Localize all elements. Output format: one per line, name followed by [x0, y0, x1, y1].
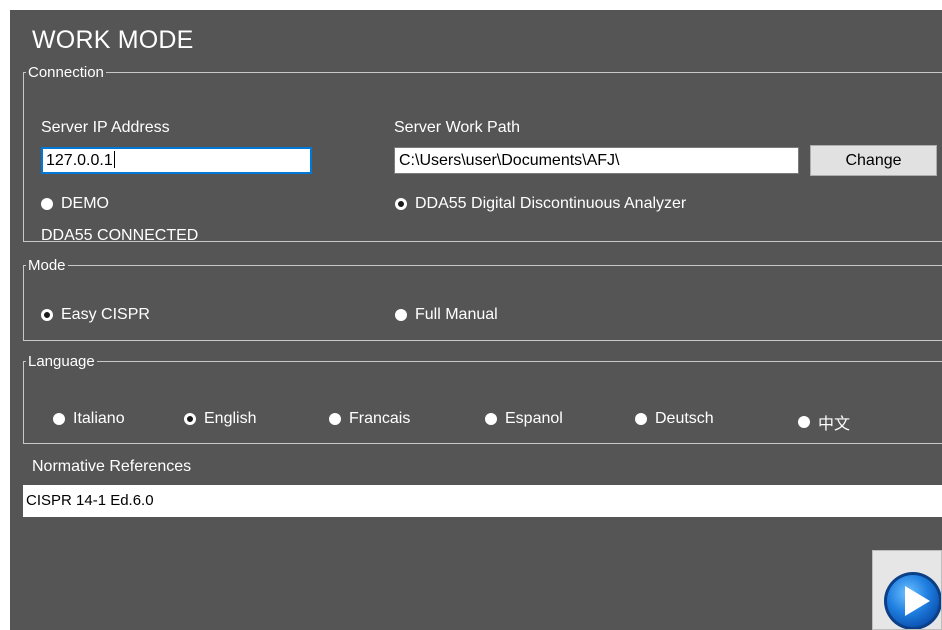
work-mode-panel: WORK MODE Connection Server IP Address 1…	[10, 10, 942, 630]
language-option-label: 中文	[818, 416, 851, 433]
language-option-deutsch[interactable]: Deutsch	[635, 410, 714, 428]
play-icon	[884, 572, 941, 629]
demo-radio[interactable]: DEMO	[41, 195, 109, 213]
work-path-label: Server Work Path	[394, 119, 520, 136]
connection-status: DDA55 CONNECTED	[41, 227, 199, 244]
language-option-francais[interactable]: Francais	[329, 410, 410, 428]
page-title: WORK MODE	[32, 26, 194, 54]
dda55-radio[interactable]: DDA55 Digital Discontinuous Analyzer	[395, 195, 686, 213]
radio-dot-icon	[635, 413, 647, 425]
start-button[interactable]	[872, 550, 942, 630]
mode-option-label: Easy CISPR	[61, 306, 150, 323]
mode-legend: Mode	[28, 257, 66, 274]
connection-group: Connection Server IP Address 127.0.0.1 S…	[23, 64, 942, 244]
radio-dot-icon	[395, 309, 407, 321]
language-option-chinese[interactable]: 中文	[798, 410, 850, 434]
language-option-english[interactable]: English	[184, 410, 256, 428]
text-caret	[113, 151, 115, 168]
server-ip-input[interactable]: 127.0.0.1	[41, 147, 312, 174]
language-option-label: Espanol	[505, 410, 563, 427]
normative-selected-value: CISPR 14-1 Ed.6.0	[26, 492, 154, 509]
normative-select[interactable]: CISPR 14-1 Ed.6.0 ⌄	[23, 485, 942, 517]
dda55-label: DDA55 Digital Discontinuous Analyzer	[415, 195, 687, 212]
mode-option-easy-cispr[interactable]: Easy CISPR	[41, 306, 150, 324]
radio-checked-icon	[184, 413, 196, 425]
language-option-label: English	[204, 410, 257, 427]
mode-option-full-manual[interactable]: Full Manual	[395, 306, 498, 324]
server-ip-label: Server IP Address	[41, 119, 170, 136]
radio-checked-icon	[41, 309, 53, 321]
change-path-button[interactable]: Change	[810, 145, 937, 176]
language-option-label: Francais	[349, 410, 411, 427]
radio-dot-icon	[329, 413, 341, 425]
connection-legend: Connection	[28, 64, 104, 81]
radio-checked-icon	[395, 198, 407, 210]
language-legend: Language	[28, 353, 95, 370]
normative-label: Normative References	[32, 458, 192, 475]
language-group: Language Italiano English Francais Espan…	[23, 353, 942, 444]
radio-dot-icon	[798, 416, 810, 428]
radio-dot-icon	[53, 413, 65, 425]
demo-label: DEMO	[61, 195, 109, 212]
mode-group: Mode Easy CISPR Full Manual	[23, 257, 942, 341]
language-option-italiano[interactable]: Italiano	[53, 410, 125, 428]
language-option-label: Italiano	[73, 410, 125, 427]
language-option-espanol[interactable]: Espanol	[485, 410, 563, 428]
language-option-label: Deutsch	[655, 410, 714, 427]
mode-option-label: Full Manual	[415, 306, 498, 323]
radio-dot-icon	[41, 198, 53, 210]
work-path-input[interactable]: C:\Users\user\Documents\AFJ\	[394, 147, 799, 174]
radio-dot-icon	[485, 413, 497, 425]
chevron-down-icon: ⌄	[938, 485, 942, 517]
